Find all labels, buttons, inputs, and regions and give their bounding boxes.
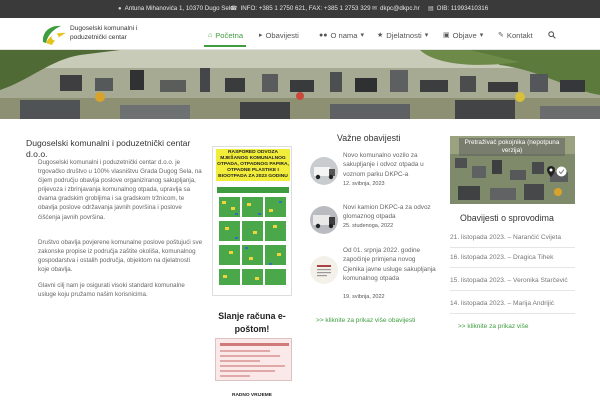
email-invoice-title[interactable]: Slanje računa e-poštom!	[212, 310, 292, 336]
about-paragraph-3: Glavni cilj nam je osigurati visoki stan…	[38, 282, 185, 299]
chevron-down-icon: ▾	[424, 32, 429, 39]
divider	[450, 290, 575, 291]
phone-icon: ☎	[230, 6, 238, 12]
logo-line-2: poduzetnički centar	[70, 33, 127, 41]
notice-thumb-truck-2[interactable]	[310, 206, 338, 234]
notice-1-link[interactable]: Novo komunalno vozilo za sakupljanje i o…	[343, 151, 438, 179]
nav-obavijesti[interactable]: ▸ Obavijesti	[259, 29, 299, 41]
chevron-down-icon: ▾	[360, 32, 364, 39]
search-button[interactable]	[548, 29, 556, 41]
nav-label: Djelatnosti	[386, 30, 422, 40]
working-hours-heading: RADNO VRIJEME	[232, 393, 272, 398]
home-icon: ⌂	[208, 31, 213, 39]
notice-thumb-document[interactable]	[310, 256, 338, 284]
deceased-search-caption[interactable]: Pretraživač pokojnika (nepotpuna verzija…	[459, 138, 565, 156]
chevron-down-icon: ▾	[479, 32, 484, 39]
poster-title: RASPORED ODVOZA MJEŠANOG KOMUNALNOG OTPA…	[216, 149, 290, 181]
notice-2-date: 25. studenoga, 2022	[343, 223, 394, 229]
phone-info: ☎ INFO: +385 1 2750 621, FAX: +385 1 275…	[230, 5, 371, 12]
nav-label: Obavijesti	[265, 30, 299, 40]
logo-line-1: Dugoselski komunalni i	[70, 25, 138, 32]
logo-icon[interactable]	[40, 24, 68, 46]
notice-3-date: 19. svibnja, 2022	[343, 294, 385, 300]
edit-icon: ✎	[498, 32, 504, 39]
logo-text[interactable]: Dugoselski komunalni i poduzetnički cent…	[70, 25, 170, 42]
funeral-item-1[interactable]: 21. listopada 2023. – Narančić Cvijeta	[450, 234, 561, 241]
share-icon: ★	[377, 32, 384, 39]
about-paragraph-2: Društvo obavlja povjerene komunalne posl…	[38, 239, 203, 274]
email-info[interactable]: ✉ dkpc@dkpc.hr	[372, 5, 420, 12]
oib-text: OIB: 11993410316	[436, 5, 489, 12]
nav-pocetna[interactable]: ⌂ Početna	[208, 29, 243, 41]
about-paragraph-1: Dugoselski komunalni i poduzetnički cent…	[38, 159, 202, 221]
nav-active-indicator	[204, 45, 246, 47]
nav-label: Objave	[452, 30, 477, 40]
oib-info: ▤ OIB: 11993410316	[428, 5, 488, 12]
email-link[interactable]: dkpc@dkpc.hr	[380, 5, 420, 12]
top-info-bar: ● Antuna Mihanovića 1, 10370 Dugo Selo ☎…	[0, 0, 600, 18]
notice-3-link[interactable]: Od 01. srpnja 2022. godine započinje pri…	[343, 246, 438, 284]
calendar-grid-image	[217, 187, 289, 287]
notices-title: Važne obavijesti	[337, 133, 401, 143]
nav-kontakt[interactable]: ✎ Kontakt	[498, 29, 533, 41]
address-text: Antuna Mihanovića 1, 10370 Dugo Selo	[124, 5, 234, 12]
funeral-item-4[interactable]: 14. listopada 2023. – Marija Andrijić	[450, 300, 554, 307]
phone-fax-text: INFO: +385 1 2750 621, FAX: +385 1 2753 …	[240, 5, 371, 12]
search-icon	[556, 166, 567, 177]
nav-label: Početna	[215, 30, 244, 40]
envelope-icon: ✉	[372, 6, 378, 12]
nav-label: Kontakt	[506, 30, 533, 40]
divider	[450, 267, 575, 268]
megaphone-icon: ▸	[259, 32, 263, 39]
invoice-form-image[interactable]	[215, 338, 292, 381]
about-title: Dugoselski komunalni i poduzetnički cent…	[26, 138, 191, 159]
notice-2-link[interactable]: Novi kamion DKPC-a za odvoz glomaznog ot…	[343, 203, 438, 222]
divider	[450, 247, 575, 248]
divider	[450, 313, 575, 314]
map-marker-icon: ●	[118, 5, 122, 12]
id-card-icon: ▤	[428, 6, 434, 12]
notice-1-date: 12. svibnja, 2023	[343, 181, 385, 187]
hero-cemetery-photo	[0, 50, 600, 119]
search-icon	[548, 31, 556, 39]
nav-label: O nama	[330, 30, 358, 40]
nav-objave[interactable]: ▣ Objave ▾	[443, 29, 483, 41]
nav-djelatnosti[interactable]: ★ Djelatnosti ▾	[377, 29, 428, 41]
address-info: ● Antuna Mihanovića 1, 10370 Dugo Selo	[118, 5, 234, 12]
funeral-notices-title: Obavijesti o sprovodima	[460, 213, 554, 223]
waste-schedule-poster[interactable]: RASPORED ODVOZA MJEŠANOG KOMUNALNOG OTPA…	[212, 146, 292, 296]
more-notices-link[interactable]: >> kliknite za prikaz više obavijesti	[316, 317, 415, 324]
folder-icon: ▣	[443, 32, 450, 39]
notice-thumb-truck-1[interactable]	[310, 157, 338, 185]
users-icon: ●●	[319, 31, 328, 39]
more-funerals-link[interactable]: >> kliknite za prikaz više	[458, 323, 528, 330]
funeral-item-3[interactable]: 15. listopada 2023. – Veronika Starčević	[450, 277, 568, 284]
funeral-item-2[interactable]: 16. listopada 2023. – Dragica Tihek	[450, 254, 553, 261]
map-marker-icon	[547, 166, 555, 177]
nav-o-nama[interactable]: ●● O nama ▾	[319, 29, 364, 41]
